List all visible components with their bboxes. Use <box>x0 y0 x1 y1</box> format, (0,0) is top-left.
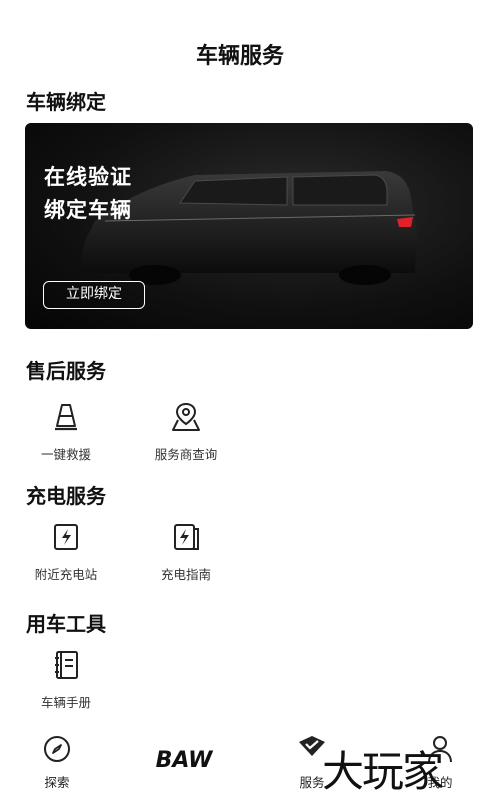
tab-explore[interactable]: 探索 <box>17 734 97 791</box>
section-title-vehicle-tools: 用车工具 <box>26 612 106 636</box>
charging-guide-icon <box>174 524 199 550</box>
charging-icon <box>54 524 78 550</box>
tile-label: 服务商查询 <box>154 447 218 462</box>
tile-label: 充电指南 <box>160 567 211 582</box>
vehicle-binding-banner[interactable]: 在线验证 绑定车辆 立即绑定 <box>25 123 473 329</box>
tab-label: 探索 <box>44 775 70 790</box>
tile-charging-guide[interactable]: 充电指南 <box>126 520 246 583</box>
compass-icon <box>44 736 70 762</box>
tile-nearby-charging-station[interactable]: 附近充电站 <box>6 520 126 583</box>
tile-label: 一键救援 <box>40 447 91 462</box>
svg-text:BAW: BAW <box>156 748 215 770</box>
section-title-vehicle-binding: 车辆绑定 <box>26 90 106 114</box>
manual-icon <box>55 651 78 679</box>
section-title-after-sales: 售后服务 <box>26 359 106 383</box>
banner-text-line1: 在线验证 <box>44 165 132 189</box>
banner-text-line2: 绑定车辆 <box>44 198 132 222</box>
tile-roadside-rescue[interactable]: 一键救援 <box>6 400 126 463</box>
tile-label: 车辆手册 <box>40 695 91 710</box>
map-pin-icon <box>172 402 200 431</box>
baw-logo: BAW <box>156 748 215 770</box>
cone-icon <box>55 404 77 431</box>
status-bar <box>0 0 480 12</box>
tile-label: 附近充电站 <box>34 567 98 582</box>
section-title-charging: 充电服务 <box>26 484 106 508</box>
bind-now-button[interactable]: 立即绑定 <box>43 281 145 309</box>
page-title: 车辆服务 <box>195 44 284 69</box>
tile-service-provider-search[interactable]: 服务商查询 <box>126 400 246 463</box>
watermark: 大玩家 <box>322 747 444 796</box>
tile-vehicle-manual[interactable]: 车辆手册 <box>6 648 126 711</box>
